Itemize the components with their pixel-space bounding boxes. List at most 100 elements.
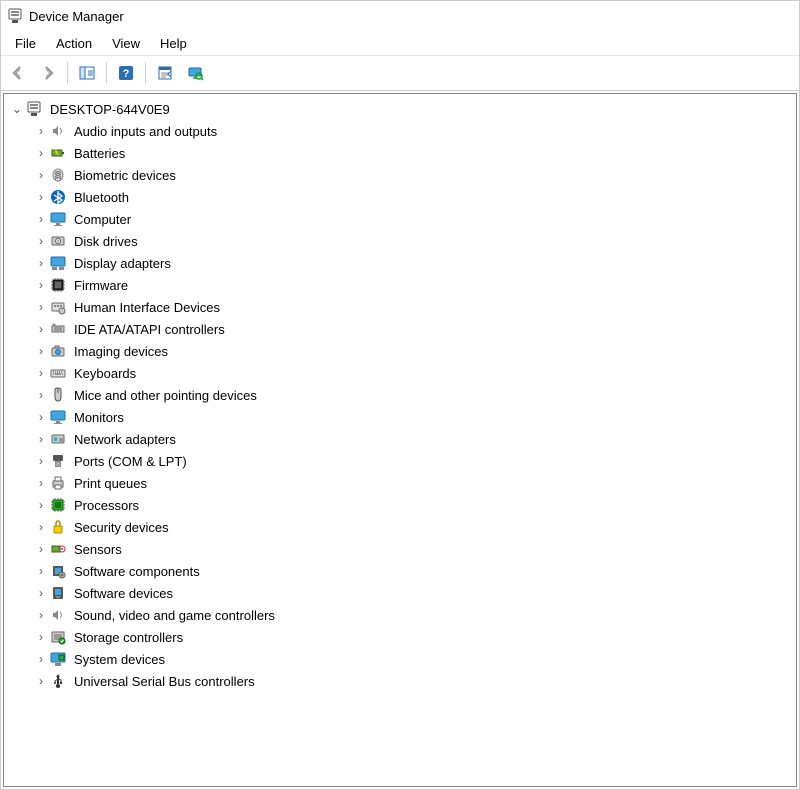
security-icon bbox=[50, 519, 66, 535]
expander-icon[interactable]: › bbox=[34, 212, 48, 226]
tree-category-node[interactable]: ›Sound, video and game controllers bbox=[4, 604, 796, 626]
tree-category-label: Imaging devices bbox=[72, 343, 170, 360]
display-adapter-icon bbox=[50, 255, 66, 271]
expander-icon[interactable]: ⌄ bbox=[10, 102, 24, 116]
bluetooth-icon bbox=[50, 189, 66, 205]
tree-category-label: Print queues bbox=[72, 475, 149, 492]
expander-icon[interactable]: › bbox=[34, 652, 48, 666]
expander-icon[interactable]: › bbox=[34, 630, 48, 644]
tree-category-node[interactable]: › Audio inputs and outputs bbox=[4, 120, 796, 142]
expander-icon[interactable]: › bbox=[34, 366, 48, 380]
tree-category-node[interactable]: › Imaging devices bbox=[4, 340, 796, 362]
tree-category-label: Bluetooth bbox=[72, 189, 131, 206]
device-manager-window: Device Manager File Action View Help ? bbox=[0, 0, 800, 790]
expander-icon[interactable]: › bbox=[34, 520, 48, 534]
menu-action[interactable]: Action bbox=[46, 34, 102, 53]
expander-icon[interactable]: › bbox=[34, 564, 48, 578]
expander-icon[interactable]: › bbox=[34, 124, 48, 138]
tree-category-node[interactable]: › Sensors bbox=[4, 538, 796, 560]
tree-category-label: Firmware bbox=[72, 277, 130, 294]
tree-category-node[interactable]: ›Security devices bbox=[4, 516, 796, 538]
help-button[interactable]: ? bbox=[113, 60, 139, 86]
tree-category-node[interactable]: ›Software devices bbox=[4, 582, 796, 604]
tree-category-node[interactable]: › Keyboards bbox=[4, 362, 796, 384]
tree-category-node[interactable]: › Universal Serial Bus controllers bbox=[4, 670, 796, 692]
expander-icon[interactable]: › bbox=[34, 300, 48, 314]
tree-category-node[interactable]: › Print queues bbox=[4, 472, 796, 494]
forward-button[interactable] bbox=[35, 60, 61, 86]
expander-icon[interactable]: › bbox=[34, 608, 48, 622]
tree-category-node[interactable]: ›Storage controllers bbox=[4, 626, 796, 648]
keyboard-icon bbox=[50, 365, 66, 381]
disk-icon bbox=[50, 233, 66, 249]
expander-icon[interactable]: › bbox=[34, 322, 48, 336]
tree-category-node[interactable]: ›Display adapters bbox=[4, 252, 796, 274]
properties-button[interactable] bbox=[152, 60, 178, 86]
storage-icon bbox=[50, 629, 66, 645]
tree-category-label: Audio inputs and outputs bbox=[72, 123, 219, 140]
tree-category-label: Ports (COM & LPT) bbox=[72, 453, 189, 470]
tree-category-label: Sensors bbox=[72, 541, 124, 558]
back-button[interactable] bbox=[5, 60, 31, 86]
tree-category-node[interactable]: › Firmware bbox=[4, 274, 796, 296]
tree-category-node[interactable]: › Disk drives bbox=[4, 230, 796, 252]
expander-icon[interactable]: › bbox=[34, 498, 48, 512]
expander-icon[interactable]: › bbox=[34, 146, 48, 160]
expander-icon[interactable]: › bbox=[34, 432, 48, 446]
expander-icon[interactable]: › bbox=[34, 476, 48, 490]
menu-help[interactable]: Help bbox=[150, 34, 197, 53]
toolbar-separator bbox=[67, 62, 68, 84]
show-hide-tree-button[interactable] bbox=[74, 60, 100, 86]
app-icon bbox=[7, 8, 23, 24]
tree-category-label: Software components bbox=[72, 563, 202, 580]
tree-category-label: Batteries bbox=[72, 145, 127, 162]
tree-category-node[interactable]: ›Computer bbox=[4, 208, 796, 230]
tree-category-node[interactable]: › Ports (COM & LPT) bbox=[4, 450, 796, 472]
cpu-icon bbox=[50, 497, 66, 513]
tree-root-node[interactable]: ⌄ DESKTOP-644V0E9 bbox=[4, 98, 796, 120]
back-arrow-icon bbox=[10, 65, 26, 81]
device-tree[interactable]: ⌄ DESKTOP-644V0E9 › Audio inputs and outp… bbox=[3, 93, 797, 787]
tree-category-label: Processors bbox=[72, 497, 141, 514]
tree-category-label: Biometric devices bbox=[72, 167, 178, 184]
tree-category-node[interactable]: ›IDE ATA/ATAPI controllers bbox=[4, 318, 796, 340]
tree-category-node[interactable]: › Batteries bbox=[4, 142, 796, 164]
tree-category-label: Disk drives bbox=[72, 233, 140, 250]
tree-category-node[interactable]: › Software components bbox=[4, 560, 796, 582]
expander-icon[interactable]: › bbox=[34, 410, 48, 424]
printer-icon bbox=[50, 475, 66, 491]
tree-category-node[interactable]: ›System devices bbox=[4, 648, 796, 670]
menu-view[interactable]: View bbox=[102, 34, 150, 53]
expander-icon[interactable]: › bbox=[34, 542, 48, 556]
expander-icon[interactable]: › bbox=[34, 388, 48, 402]
scan-hardware-button[interactable] bbox=[182, 60, 208, 86]
usb-icon bbox=[50, 673, 66, 689]
tree-category-label: Universal Serial Bus controllers bbox=[72, 673, 257, 690]
tree-category-label: Keyboards bbox=[72, 365, 138, 382]
tree-category-node[interactable]: ›Monitors bbox=[4, 406, 796, 428]
tree-category-label: Network adapters bbox=[72, 431, 178, 448]
hid-icon bbox=[50, 299, 66, 315]
menu-file[interactable]: File bbox=[5, 34, 46, 53]
speaker-icon bbox=[50, 123, 66, 139]
tree-category-node[interactable]: › Network adapters bbox=[4, 428, 796, 450]
expander-icon[interactable]: › bbox=[34, 278, 48, 292]
menubar: File Action View Help bbox=[1, 31, 799, 56]
tree-category-node[interactable]: ›Human Interface Devices bbox=[4, 296, 796, 318]
sensor-icon bbox=[50, 541, 66, 557]
tree-category-node[interactable]: ›Mice and other pointing devices bbox=[4, 384, 796, 406]
expander-icon[interactable]: › bbox=[34, 256, 48, 270]
expander-icon[interactable]: › bbox=[34, 190, 48, 204]
expander-icon[interactable]: › bbox=[34, 234, 48, 248]
expander-icon[interactable]: › bbox=[34, 168, 48, 182]
tree-category-node[interactable]: › Biometric devices bbox=[4, 164, 796, 186]
fingerprint-icon bbox=[50, 167, 66, 183]
expander-icon[interactable]: › bbox=[34, 454, 48, 468]
tree-category-node[interactable]: › Bluetooth bbox=[4, 186, 796, 208]
expander-icon[interactable]: › bbox=[34, 344, 48, 358]
expander-icon[interactable]: › bbox=[34, 674, 48, 688]
toolbar-separator bbox=[145, 62, 146, 84]
expander-icon[interactable]: › bbox=[34, 586, 48, 600]
toolbar-separator bbox=[106, 62, 107, 84]
tree-category-node[interactable]: › Processors bbox=[4, 494, 796, 516]
